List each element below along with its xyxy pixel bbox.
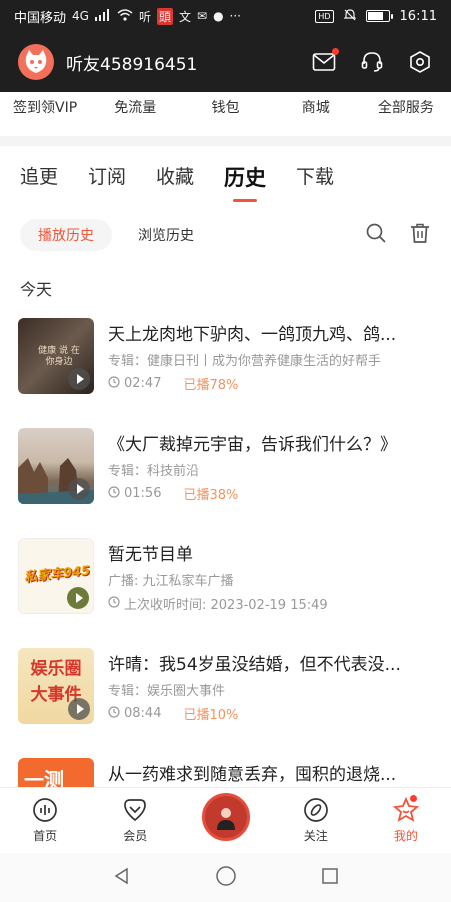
username[interactable]: 听友458916451: [66, 50, 311, 75]
recents-icon[interactable]: [320, 866, 340, 890]
notification-dot: [410, 795, 418, 802]
quick-link-wallet[interactable]: 钱包: [180, 97, 270, 117]
cover-text: 一测: [24, 768, 64, 788]
episode-title: 天上龙肉地下驴肉、一鸽顶九鸡、鸽...: [108, 325, 397, 345]
tab-follow-updates[interactable]: 追更: [20, 162, 58, 195]
nav-mine[interactable]: 我的: [361, 795, 451, 844]
nav-home[interactable]: 首页: [0, 797, 90, 844]
trash-icon[interactable]: [409, 222, 431, 248]
play-icon[interactable]: [68, 478, 90, 500]
settings-icon[interactable]: [407, 49, 433, 75]
now-playing-cover[interactable]: [201, 792, 250, 841]
album-name: 专辑：科技前沿: [108, 464, 200, 479]
carrier-label: 中国移动: [14, 10, 67, 26]
radio-cover: 私家车945: [18, 538, 94, 614]
nav-now-playing[interactable]: [180, 792, 270, 841]
nav-mine-label: 我的: [393, 829, 418, 843]
list-item[interactable]: 私家车945 暂无节目单 广播: 九江私家车广播 上次收听时间: 2023-02…: [0, 538, 451, 638]
app-notification-icon: ✉: [197, 9, 208, 23]
station-name: 广播: 九江私家车广播: [108, 574, 234, 589]
vip-diamond-icon: [124, 799, 147, 822]
status-bar: 中国移动 4G 听 頭 文 ✉ ● ··· HD 16:11: [0, 0, 451, 32]
clock: 16:11: [399, 8, 437, 24]
list-item[interactable]: 健康 说 在你身边 天上龙肉地下驴肉、一鸽顶九鸡、鸽... 专辑：健康日刊丨成为…: [0, 318, 451, 418]
play-icon[interactable]: [67, 587, 89, 609]
list-item[interactable]: 《大厂裁掉元宇宙，告诉我们什么？》 专辑：科技前沿 01:56 已播38%: [0, 428, 451, 528]
play-history-tab[interactable]: 播放历史: [20, 219, 112, 251]
nav-follow[interactable]: 关注: [271, 797, 361, 844]
profile-header: 听友458916451: [0, 32, 451, 92]
clock-icon: [108, 485, 120, 502]
customer-service-icon[interactable]: [359, 49, 385, 75]
episode-title: 从一药难求到随意丢弃，囤积的退烧...: [108, 765, 397, 785]
tab-history[interactable]: 历史: [224, 162, 266, 198]
signal-icon: [94, 8, 111, 24]
episode-title: 暂无节目单: [108, 545, 193, 565]
episode-cover: 一测: [18, 758, 94, 788]
clock-icon: [108, 595, 120, 612]
play-icon[interactable]: [68, 368, 90, 390]
played-progress: 已播10%: [183, 708, 239, 723]
duration: 01:56: [124, 486, 162, 501]
cover-text: 健康 说 在你身边: [38, 346, 80, 367]
duration: 02:47: [124, 376, 162, 391]
wifi-icon: [117, 8, 133, 24]
played-progress: 已播78%: [183, 378, 239, 393]
home-circle-icon[interactable]: [215, 865, 237, 891]
message-icon[interactable]: [311, 48, 339, 75]
quick-link-free-data[interactable]: 免流量: [90, 97, 180, 117]
clock-icon: [108, 705, 120, 722]
bottom-navigation: 首页 会员 关注 我的: [0, 787, 451, 853]
person-icon: [216, 807, 235, 830]
section-divider: [0, 122, 451, 146]
quick-links-row: 签到领VIP 免流量 钱包 商城 全部服务: [0, 92, 451, 122]
play-icon[interactable]: [68, 698, 90, 720]
hd-icon: HD: [315, 9, 334, 23]
album-name: 专辑：娱乐圈大事件: [108, 684, 226, 699]
quick-link-all-services[interactable]: 全部服务: [361, 97, 451, 117]
tab-subscriptions[interactable]: 订阅: [88, 162, 126, 195]
section-title-today: 今天: [20, 280, 53, 299]
episode-title: 《大厂裁掉元宇宙，告诉我们什么？》: [108, 435, 397, 455]
episode-cover: [18, 428, 94, 504]
episode-cover: 娱乐圈 大事件: [18, 648, 94, 724]
more-icon: ···: [229, 9, 241, 23]
app-notification-icon: 文: [178, 9, 191, 24]
episode-cover: 健康 说 在你身边: [18, 318, 94, 394]
list-item[interactable]: 娱乐圈 大事件 许晴：我54岁虽没结婚，但不代表没... 专辑：娱乐圈大事件 0…: [0, 648, 451, 748]
last-listened: 上次收听时间: 2023-02-19 15:49: [124, 598, 328, 613]
app-notification-icon: 听: [138, 9, 151, 24]
nav-follow-label: 关注: [303, 829, 328, 843]
nav-home-label: 首页: [33, 829, 58, 843]
episode-title: 许晴：我54岁虽没结婚，但不代表没...: [108, 655, 401, 675]
back-icon[interactable]: [112, 866, 132, 890]
battery-icon: [365, 10, 393, 22]
nav-vip[interactable]: 会员: [90, 797, 180, 844]
history-subtabs: 播放历史 浏览历史: [20, 219, 431, 251]
nav-vip-label: 会员: [123, 829, 148, 843]
chat-icon: ●: [213, 9, 224, 23]
notification-dot: [332, 48, 339, 55]
compass-icon: [303, 798, 328, 822]
browse-history-tab[interactable]: 浏览历史: [138, 225, 194, 245]
played-progress: 已播38%: [183, 488, 239, 503]
home-icon: [33, 798, 57, 822]
tab-favorites[interactable]: 收藏: [156, 162, 194, 195]
quick-link-vip[interactable]: 签到领VIP: [0, 97, 90, 117]
tab-downloads[interactable]: 下载: [296, 162, 334, 195]
search-icon[interactable]: [365, 222, 387, 248]
app-notification-icon: 頭: [156, 7, 173, 25]
clock-icon: [108, 375, 120, 392]
library-tabs: 追更 订阅 收藏 历史 下载: [0, 162, 451, 202]
album-name: 专辑：健康日刊丨成为你营养健康生活的好帮手: [108, 354, 382, 369]
duration: 08:44: [124, 706, 162, 721]
network-label: 4G: [72, 9, 89, 23]
system-navigation-bar: [0, 853, 451, 902]
cat-icon: [25, 50, 47, 73]
list-item[interactable]: 一测 从一药难求到随意丢弃，囤积的退烧...: [0, 758, 451, 788]
mute-icon: [343, 8, 356, 24]
quick-link-mall[interactable]: 商城: [271, 97, 361, 117]
avatar[interactable]: [18, 44, 54, 80]
cover-text: 私家车945: [23, 563, 91, 586]
